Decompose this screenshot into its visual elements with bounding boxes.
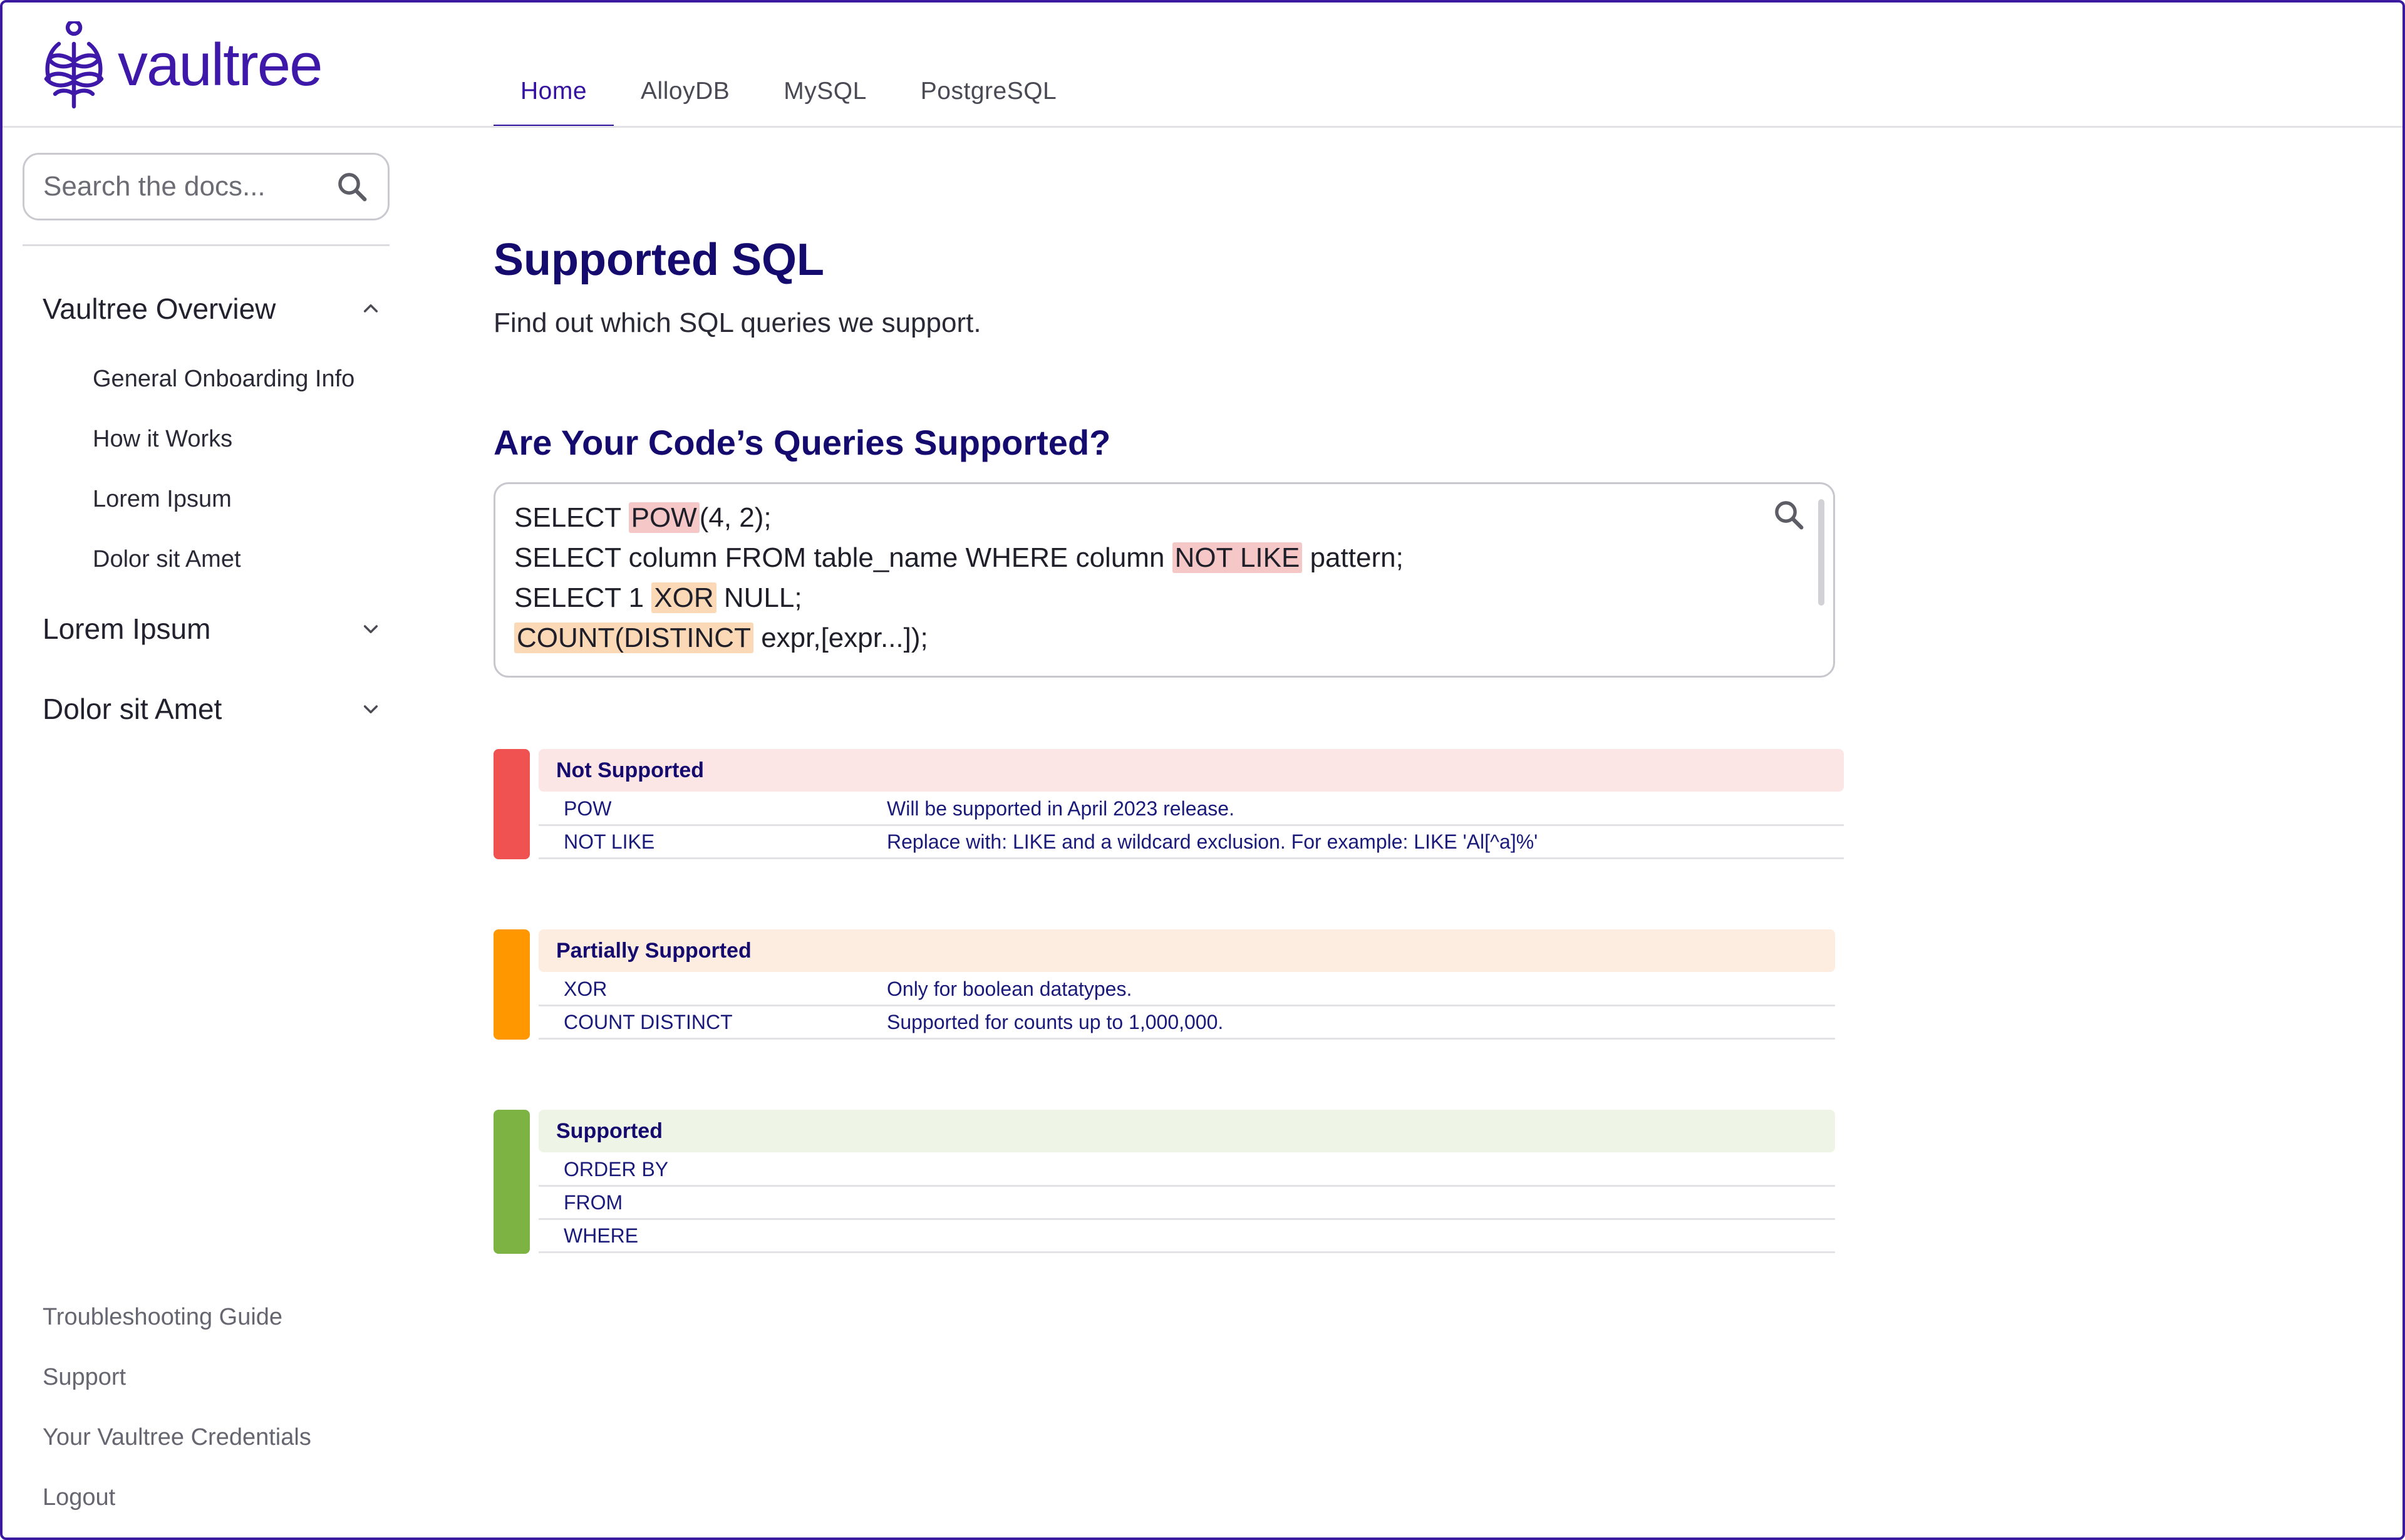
table-row: POW Will be supported in April 2023 rele… [539, 793, 1844, 826]
table-row: ORDER BY [539, 1154, 1835, 1187]
support-note: Replace with: LIKE and a wildcard exclus… [887, 830, 1538, 853]
not-supported-group: Not Supported POW Will be supported in A… [494, 749, 1844, 859]
sql-keyword: NOT LIKE [564, 830, 655, 853]
support-note: Supported for counts up to 1,000,000. [887, 1010, 1224, 1033]
partially-supported-group: Partially Supported XOR Only for boolean… [494, 929, 1835, 1040]
table-row: NOT LIKE Replace with: LIKE and a wildca… [539, 826, 1844, 859]
chevron-down-icon[interactable] [361, 699, 381, 719]
code-text: pattern; [1302, 542, 1404, 573]
sidebar-item-how-it-works[interactable]: How it Works [93, 426, 232, 453]
code-text: expr,[expr...]); [753, 623, 928, 653]
search-placeholder: Search the docs... [43, 171, 266, 202]
sidebar-divider [23, 244, 390, 246]
unsupported-highlight: POW [628, 502, 700, 533]
sidebar-section-dolor-sit-amet[interactable]: Dolor sit Amet [43, 692, 381, 726]
docs-search-input[interactable]: Search the docs... [23, 153, 390, 220]
group-header: Partially Supported [539, 929, 1835, 972]
table-row: COUNT DISTINCT Supported for counts up t… [539, 1006, 1835, 1040]
query-check-heading: Are Your Code’s Queries Supported? [494, 423, 1111, 462]
sidebar-item-lorem-ipsum[interactable]: Lorem Ipsum [93, 486, 232, 513]
tab-alloydb[interactable]: AlloyDB [614, 65, 757, 128]
code-line: SELECT 1 XOR NULL; [514, 578, 1814, 618]
scrollbar[interactable] [1818, 499, 1824, 606]
sidebar-section-lorem-ipsum[interactable]: Lorem Ipsum [43, 612, 381, 646]
sidebar-section-label: Lorem Ipsum [43, 612, 211, 645]
tab-home[interactable]: Home [494, 65, 614, 128]
code-text: NULL; [716, 582, 802, 613]
code-text: SELECT [514, 502, 629, 533]
table-row: XOR Only for boolean datatypes. [539, 973, 1835, 1006]
code-line: SELECT POW(4, 2); [514, 498, 1814, 538]
sidebar-section-label: Vaultree Overview [43, 292, 276, 325]
logout-link[interactable]: Logout [43, 1484, 115, 1511]
sidebar-item-general-onboarding-info[interactable]: General Onboarding Info [93, 366, 354, 393]
support-note: Only for boolean datatypes. [887, 977, 1132, 1000]
sql-keyword: ORDER BY [564, 1157, 669, 1181]
sql-keyword: POW [564, 797, 612, 820]
sql-keyword: COUNT DISTINCT [564, 1010, 733, 1033]
sql-keyword: FROM [564, 1191, 623, 1214]
chevron-up-icon[interactable] [361, 299, 381, 319]
search-icon[interactable] [1772, 498, 1806, 532]
query-code[interactable]: SELECT POW(4, 2); SELECT column FROM tabl… [514, 498, 1814, 658]
sql-keyword: XOR [564, 977, 608, 1000]
credentials-link[interactable]: Your Vaultree Credentials [43, 1424, 311, 1451]
sidebar-section-vaultree-overview[interactable]: Vaultree Overview [43, 292, 381, 326]
partial-highlight: COUNT(DISTINCT [514, 623, 753, 653]
tab-mysql[interactable]: MySQL [757, 65, 894, 128]
code-line: SELECT column FROM table_name WHERE colu… [514, 538, 1814, 578]
sql-keyword: WHERE [564, 1224, 639, 1247]
header-divider [3, 126, 2402, 128]
supported-group: Supported ORDER BY FROM WHERE [494, 1110, 1835, 1254]
unsupported-highlight: NOT LIKE [1172, 542, 1303, 573]
status-color-bar [494, 929, 530, 1040]
top-nav: Home AlloyDB MySQL PostgreSQL [494, 65, 1084, 128]
table-row: FROM [539, 1187, 1835, 1220]
page-subtitle: Find out which SQL queries we support. [494, 307, 981, 338]
app-window: vaultree Home AlloyDB MySQL PostgreSQL S… [0, 0, 2405, 1540]
code-text: SELECT 1 [514, 582, 652, 613]
brand-logo[interactable]: vaultree [41, 21, 323, 109]
tab-postgresql[interactable]: PostgreSQL [894, 65, 1084, 128]
support-link[interactable]: Support [43, 1364, 126, 1391]
code-text: SELECT column FROM table_name WHERE colu… [514, 542, 1172, 573]
status-color-bar [494, 1110, 530, 1254]
support-note: Will be supported in April 2023 release. [887, 797, 1234, 820]
group-header: Supported [539, 1110, 1835, 1152]
group-header: Not Supported [539, 749, 1844, 792]
status-color-bar [494, 749, 530, 859]
brand-name: vaultree [118, 31, 323, 98]
page-title: Supported SQL [494, 235, 824, 285]
tree-logo-icon [44, 21, 104, 109]
chevron-down-icon[interactable] [361, 619, 381, 639]
search-icon[interactable] [335, 170, 369, 204]
query-input-box[interactable]: SELECT POW(4, 2); SELECT column FROM tabl… [494, 482, 1835, 678]
code-text: (4, 2); [699, 502, 772, 533]
code-line: COUNT(DISTINCT expr,[expr...]); [514, 618, 1814, 658]
sidebar-item-dolor-sit-amet[interactable]: Dolor sit Amet [93, 546, 241, 573]
troubleshooting-guide-link[interactable]: Troubleshooting Guide [43, 1304, 282, 1331]
partial-highlight: XOR [651, 582, 716, 613]
table-row: WHERE [539, 1220, 1835, 1253]
sidebar-section-label: Dolor sit Amet [43, 693, 222, 725]
